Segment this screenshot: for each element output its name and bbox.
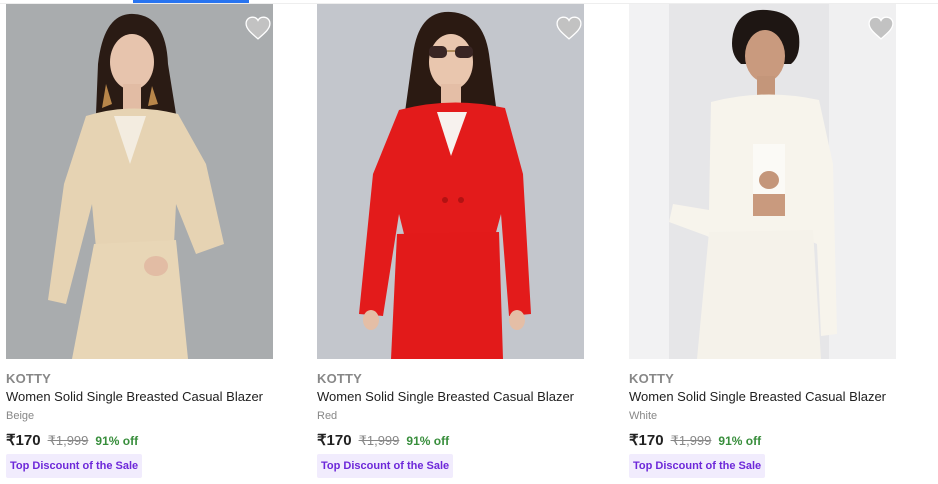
discount-percent: 91% off: [95, 434, 139, 448]
wishlist-button[interactable]: [245, 16, 273, 44]
product-title[interactable]: Women Solid Single Breasted Casual Blaze…: [6, 389, 263, 404]
heart-icon: [868, 16, 894, 40]
wishlist-button[interactable]: [556, 16, 584, 44]
selling-price: ₹170: [6, 432, 41, 449]
original-price: ₹1,999: [358, 433, 400, 448]
product-photo-white: [629, 4, 896, 359]
product-color: White: [629, 410, 658, 422]
active-tab-indicator: [133, 0, 249, 3]
product-color: Red: [317, 410, 338, 422]
offer-badge: Top Discount of the Sale: [629, 454, 766, 478]
product-color: Beige: [6, 410, 35, 422]
selling-price: ₹170: [629, 432, 664, 449]
heart-icon: [556, 16, 582, 40]
product-brand: KOTTY: [317, 371, 363, 386]
product-image[interactable]: [629, 4, 896, 359]
product-title[interactable]: Women Solid Single Breasted Casual Blaze…: [317, 389, 574, 404]
product-brand: KOTTY: [6, 371, 52, 386]
offer-badge: Top Discount of the Sale: [317, 454, 454, 478]
price-row: ₹170 ₹1,999 91% off: [629, 431, 761, 449]
selling-price: ₹170: [317, 432, 352, 449]
product-title[interactable]: Women Solid Single Breasted Casual Blaze…: [629, 389, 886, 404]
product-image[interactable]: [317, 4, 584, 359]
discount-percent: 91% off: [406, 434, 450, 448]
product-brand: KOTTY: [629, 371, 675, 386]
heart-icon: [245, 16, 271, 40]
product-image[interactable]: [6, 4, 273, 359]
offer-badge: Top Discount of the Sale: [6, 454, 143, 478]
discount-percent: 91% off: [718, 434, 762, 448]
wishlist-button[interactable]: [868, 16, 896, 44]
price-row: ₹170 ₹1,999 91% off: [6, 431, 138, 449]
product-card[interactable]: KOTTY Women Solid Single Breasted Casual…: [317, 4, 585, 482]
original-price: ₹1,999: [670, 433, 712, 448]
price-row: ₹170 ₹1,999 91% off: [317, 431, 449, 449]
original-price: ₹1,999: [47, 433, 89, 448]
product-photo-red: [317, 4, 584, 359]
product-photo-beige: [6, 4, 273, 359]
product-card[interactable]: KOTTY Women Solid Single Breasted Casual…: [6, 4, 274, 482]
product-card[interactable]: KOTTY Women Solid Single Breasted Casual…: [629, 4, 897, 482]
